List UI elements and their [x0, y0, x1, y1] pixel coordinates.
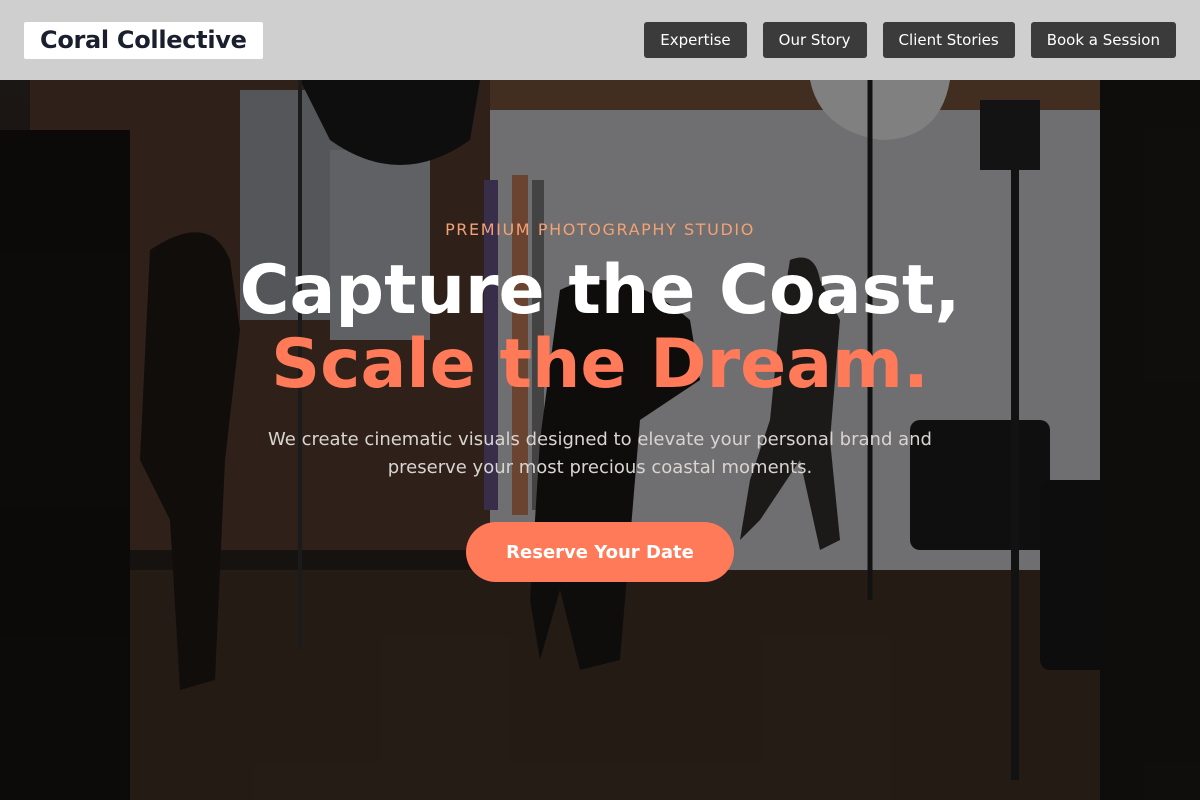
- hero-subtitle: We create cinematic visuals designed to …: [268, 429, 932, 478]
- hero-headline: Capture the Coast, Scale the Dream.: [0, 254, 1200, 402]
- hero-headline-line1: Capture the Coast,: [239, 251, 961, 330]
- hero-eyebrow: PREMIUM PHOTOGRAPHY STUDIO: [445, 220, 755, 239]
- reserve-date-button[interactable]: Reserve Your Date: [466, 522, 734, 582]
- hero-section: PREMIUM PHOTOGRAPHY STUDIO Capture the C…: [0, 0, 1200, 800]
- hero-headline-line2: Scale the Dream.: [271, 325, 929, 404]
